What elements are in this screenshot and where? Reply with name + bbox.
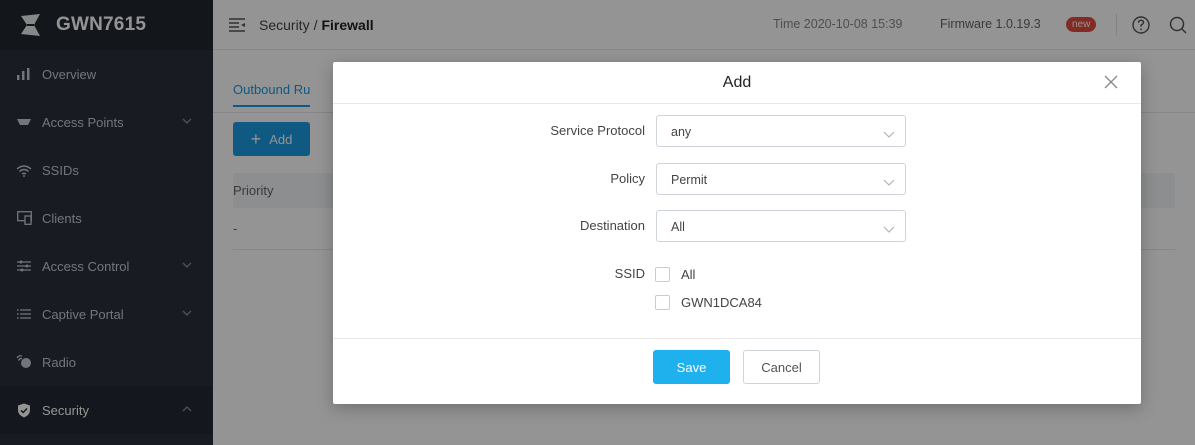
service-protocol-row: Service Protocol any <box>333 115 1141 147</box>
destination-row: Destination All <box>333 210 1141 242</box>
policy-select[interactable]: Permit <box>656 163 906 195</box>
save-button[interactable]: Save <box>653 350 730 384</box>
add-rule-dialog: Add Service Protocol any Policy Permit D… <box>333 62 1141 404</box>
close-icon[interactable] <box>1103 74 1119 90</box>
destination-select[interactable]: All <box>656 210 906 242</box>
dialog-header: Add <box>333 62 1141 104</box>
policy-value: Permit <box>671 173 708 187</box>
chevron-down-icon <box>883 127 895 138</box>
ssid-gwn1dca84-label[interactable]: GWN1DCA84 <box>681 295 762 310</box>
ssid-row: SSID All GWN1DCA84 <box>333 264 1141 310</box>
policy-label: Policy <box>610 171 645 186</box>
service-protocol-select[interactable]: any <box>656 115 906 147</box>
policy-row: Policy Permit <box>333 163 1141 195</box>
dialog-title: Add <box>722 74 752 91</box>
chevron-down-icon <box>883 222 895 233</box>
ssid-label: SSID <box>614 266 645 281</box>
service-protocol-value: any <box>671 125 692 139</box>
ssid-all-checkbox[interactable] <box>655 267 670 282</box>
ssid-all-label[interactable]: All <box>681 267 695 282</box>
ssid-gwn1dca84-checkbox[interactable] <box>655 295 670 310</box>
cancel-button[interactable]: Cancel <box>743 350 820 384</box>
dialog-footer-divider <box>333 338 1141 339</box>
destination-label: Destination <box>579 218 645 233</box>
service-protocol-label: Service Protocol <box>550 123 645 138</box>
destination-value: All <box>671 220 685 234</box>
chevron-down-icon <box>883 175 895 186</box>
